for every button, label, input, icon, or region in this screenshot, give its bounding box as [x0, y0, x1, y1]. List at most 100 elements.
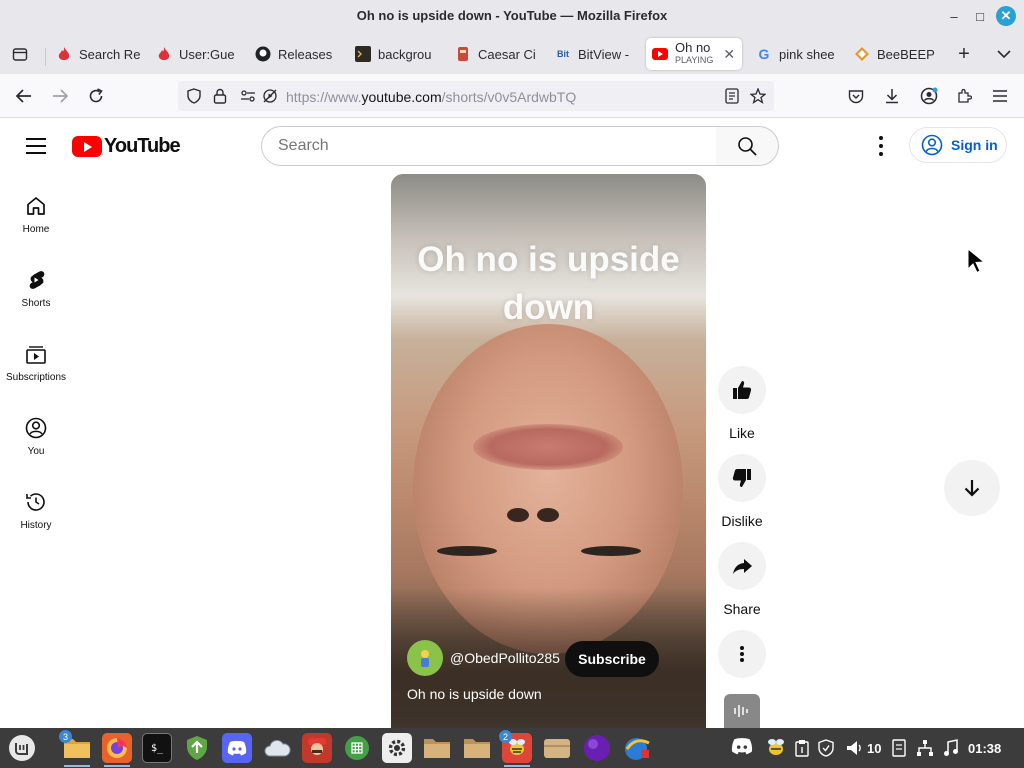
audio-track-thumbnail[interactable] — [724, 694, 760, 728]
beebeep-badge: 2 — [499, 730, 512, 743]
firefox-icon[interactable] — [102, 733, 132, 767]
fire-icon — [56, 46, 72, 62]
tab-pink-shee[interactable]: G pink shee — [750, 38, 842, 70]
thumbs-down-icon — [732, 469, 751, 487]
spreadsheet-icon[interactable] — [342, 733, 372, 763]
app-menu-icon[interactable] — [988, 85, 1012, 107]
youtube-header: YouTube Sign in — [0, 118, 1024, 174]
forward-button[interactable] — [48, 85, 72, 107]
notes-tray-icon[interactable] — [892, 739, 906, 760]
share-label: Share — [723, 601, 761, 617]
settings-gear-icon[interactable] — [382, 733, 412, 763]
tab-bitview[interactable]: Bit BitView - — [549, 38, 639, 70]
shield-tray-icon[interactable] — [818, 739, 834, 760]
tab-oh-no-active[interactable]: Oh no PLAYING ✕ — [646, 38, 742, 70]
folder-icon[interactable] — [462, 733, 492, 763]
more-actions-button[interactable] — [718, 630, 766, 678]
close-window-button[interactable]: ✕ — [996, 6, 1016, 26]
music-tray-icon[interactable] — [943, 739, 959, 760]
downloads-icon[interactable] — [880, 85, 904, 107]
update-manager-icon[interactable] — [182, 733, 212, 763]
sidebar-item-history[interactable]: History — [0, 488, 72, 562]
video-overlay-caption: Oh no is upside down — [417, 240, 680, 327]
tab-label: pink shee — [779, 46, 835, 62]
more-vert-icon — [740, 646, 744, 662]
sidebar-item-label: Home — [22, 224, 50, 235]
onedrive-cloud-icon[interactable] — [262, 733, 292, 763]
discord-icon[interactable] — [222, 733, 252, 763]
terminal-icon[interactable]: $_ — [142, 733, 172, 763]
tab-overview-icon[interactable] — [8, 43, 32, 65]
beebeep-app-icon[interactable]: 2 — [499, 730, 532, 767]
discord-tray-icon[interactable] — [731, 737, 753, 758]
search-button[interactable] — [716, 126, 779, 166]
dislike-label: Dislike — [721, 513, 763, 529]
navigation-toolbar: https://www.youtube.com/shorts/v0v5Ardwb… — [0, 74, 1024, 118]
tab-beebeep[interactable]: BeeBEEP — [848, 38, 938, 70]
new-tab-button[interactable]: + — [952, 43, 976, 65]
tab-releases[interactable]: Releases — [249, 38, 339, 70]
youtube-logo[interactable]: YouTube — [72, 135, 181, 158]
channel-avatar[interactable] — [407, 640, 443, 676]
sidebar-item-you[interactable]: You — [0, 414, 72, 488]
sign-in-button[interactable]: Sign in — [909, 127, 1007, 163]
shorts-video-player[interactable]: Oh no is upside down @ObedPollito285 Sub… — [391, 174, 706, 728]
clipboard-tray-icon[interactable] — [795, 739, 809, 760]
archive-manager-icon[interactable] — [542, 733, 572, 763]
tab-label: BeeBEEP — [877, 46, 935, 62]
extensions-icon[interactable] — [952, 85, 976, 107]
permissions-icon[interactable] — [236, 85, 260, 107]
channel-info[interactable]: @ObedPollito285 — [407, 640, 560, 676]
list-all-tabs-icon[interactable] — [992, 43, 1016, 65]
account-icon[interactable] — [917, 85, 941, 107]
pocket-icon[interactable] — [844, 85, 868, 107]
lock-icon[interactable] — [208, 85, 232, 107]
tab-strip: Search Re User:Gue Releases backgrou Cae… — [0, 34, 1024, 74]
like-label: Like — [729, 425, 755, 441]
purple-orb-icon[interactable] — [582, 733, 612, 763]
dislike-button[interactable]: Dislike — [718, 454, 766, 529]
network-tray-icon[interactable] — [916, 739, 934, 760]
sidebar-item-subscriptions[interactable]: Subscriptions — [0, 340, 72, 414]
minimize-button[interactable]: – — [944, 6, 964, 26]
share-button[interactable]: Share — [718, 542, 766, 617]
mario-game-icon[interactable] — [302, 733, 332, 763]
sidebar-item-label: Shorts — [21, 298, 51, 309]
tab-label: Oh no — [675, 40, 711, 55]
tab-user-gue[interactable]: User:Gue — [150, 38, 238, 70]
beebeep-tray-icon[interactable] — [765, 737, 787, 760]
maximize-button[interactable]: □ — [970, 6, 990, 26]
like-button[interactable]: Like — [718, 366, 766, 441]
wine-browser-icon[interactable] — [622, 733, 652, 763]
sidebar-item-shorts[interactable]: Shorts — [0, 266, 72, 340]
user-circle-icon — [921, 134, 943, 156]
tab-caesar-ci[interactable]: Caesar Ci — [449, 38, 539, 70]
autoplay-blocked-icon[interactable] — [258, 85, 282, 107]
mint-menu-icon[interactable] — [6, 733, 38, 763]
bitview-icon: Bit — [557, 49, 569, 59]
tab-search-re[interactable]: Search Re — [50, 38, 140, 70]
search-input[interactable] — [278, 137, 698, 155]
channel-handle[interactable]: @ObedPollito285 — [450, 650, 560, 666]
next-short-button[interactable] — [944, 460, 1000, 516]
video-title[interactable]: Oh no is upside down — [407, 686, 542, 702]
reload-button[interactable] — [84, 85, 108, 107]
files-icon[interactable]: 3 — [59, 730, 92, 767]
subscribe-button[interactable]: Subscribe — [565, 641, 659, 677]
search-box[interactable] — [261, 126, 717, 166]
tab-backgrou[interactable]: backgrou — [349, 38, 439, 70]
bookmark-star-icon[interactable] — [746, 85, 770, 107]
volume-tray-icon[interactable] — [845, 739, 863, 760]
sidebar-item-home[interactable]: Home — [0, 192, 72, 266]
address-bar[interactable]: https://www.youtube.com/shorts/v0v5Ardwb… — [178, 81, 774, 111]
guide-menu-icon[interactable] — [26, 138, 46, 154]
url-text: https://www.youtube.com/shorts/v0v5Ardwb… — [286, 89, 577, 105]
system-taskbar: 3 $_ 2 10 01:38 — [0, 728, 1024, 768]
tab-close-icon[interactable]: ✕ — [723, 46, 735, 63]
back-button[interactable] — [12, 85, 36, 107]
tracking-protection-icon[interactable] — [182, 85, 206, 107]
settings-kebab-icon[interactable] — [869, 136, 893, 156]
reader-view-icon[interactable] — [720, 85, 744, 107]
clock[interactable]: 01:38 — [968, 741, 1001, 756]
folder-icon[interactable] — [422, 733, 452, 763]
